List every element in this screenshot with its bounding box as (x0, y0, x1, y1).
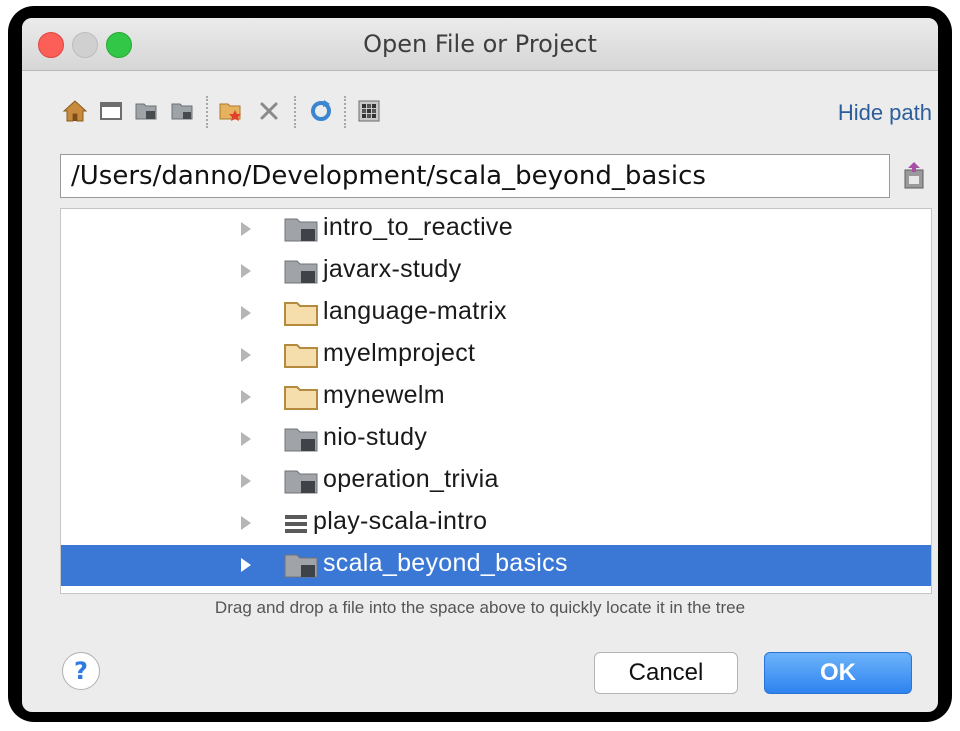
tree-row[interactable]: language-matrix (61, 293, 931, 334)
expand-arrow-icon[interactable] (239, 430, 253, 448)
folder-icon (284, 302, 318, 326)
toolbar-separator (206, 96, 208, 128)
tree-item-label: mynewelm (323, 381, 445, 409)
module-folder-icon (284, 554, 318, 578)
cancel-button[interactable]: Cancel (594, 652, 738, 694)
delete-icon[interactable] (256, 98, 282, 124)
tree-row[interactable]: intro_to_reactive (61, 209, 931, 250)
expand-arrow-icon[interactable] (239, 304, 253, 322)
path-input[interactable]: /Users/danno/Development/scala_beyond_ba… (60, 154, 890, 198)
help-button[interactable]: ? (62, 652, 100, 690)
module-folder-icon (284, 218, 318, 242)
file-tree[interactable]: intro_to_reactive javarx-study language-… (60, 208, 932, 594)
module-folder-icon (284, 428, 318, 452)
expand-arrow-icon[interactable] (239, 472, 253, 490)
tree-row[interactable]: myelmproject (61, 335, 931, 376)
tree-row[interactable]: play-scala-intro (61, 503, 931, 544)
tree-row[interactable]: javarx-study (61, 251, 931, 292)
toolbar-separator (344, 96, 346, 128)
project-folder-icon[interactable] (134, 98, 160, 124)
title-bar[interactable]: Open File or Project (22, 18, 938, 71)
tree-item-label: language-matrix (323, 297, 507, 325)
folder-icon (284, 386, 318, 410)
desktop-icon[interactable] (98, 98, 124, 124)
tree-item-label: nio-study (323, 423, 428, 451)
expand-arrow-icon[interactable] (239, 346, 253, 364)
tree-item-label: operation_trivia (323, 465, 499, 493)
tree-item-label: intro_to_reactive (323, 213, 513, 241)
drag-drop-hint: Drag and drop a file into the space abov… (214, 598, 746, 617)
tree-item-label: play-scala-intro (313, 507, 488, 535)
show-hidden-files-icon[interactable] (356, 98, 382, 124)
refresh-icon[interactable] (308, 98, 334, 124)
tree-row[interactable]: mynewelm (61, 377, 931, 418)
expand-arrow-icon[interactable] (239, 556, 253, 574)
hide-path-link[interactable]: Hide path (838, 100, 932, 126)
tree-item-label: javarx-study (323, 255, 462, 283)
expand-arrow-icon[interactable] (239, 514, 253, 532)
window-title: Open File or Project (363, 30, 597, 58)
home-icon[interactable] (62, 98, 88, 124)
tree-row-selected[interactable]: scala_beyond_basics (61, 545, 931, 586)
toolbar-separator (294, 96, 296, 128)
tree-row[interactable]: operation_trivia (61, 461, 931, 502)
open-file-dialog: Open File or Project Hide path /Users/da… (22, 18, 938, 712)
expand-arrow-icon[interactable] (239, 262, 253, 280)
ok-button[interactable]: OK (764, 652, 912, 694)
toolbar: Hide path (22, 90, 938, 134)
tree-item-label: myelmproject (323, 339, 476, 367)
expand-arrow-icon[interactable] (239, 220, 253, 238)
module-folder-icon (284, 470, 318, 494)
tree-item-label: scala_beyond_basics (323, 549, 568, 577)
expand-arrow-icon[interactable] (239, 388, 253, 406)
module-folder-icon[interactable] (170, 98, 196, 124)
new-folder-icon[interactable] (218, 98, 244, 124)
folder-icon (284, 344, 318, 368)
path-history-icon[interactable] (902, 160, 926, 190)
module-folder-icon (284, 260, 318, 284)
tree-row[interactable]: nio-study (61, 419, 931, 460)
